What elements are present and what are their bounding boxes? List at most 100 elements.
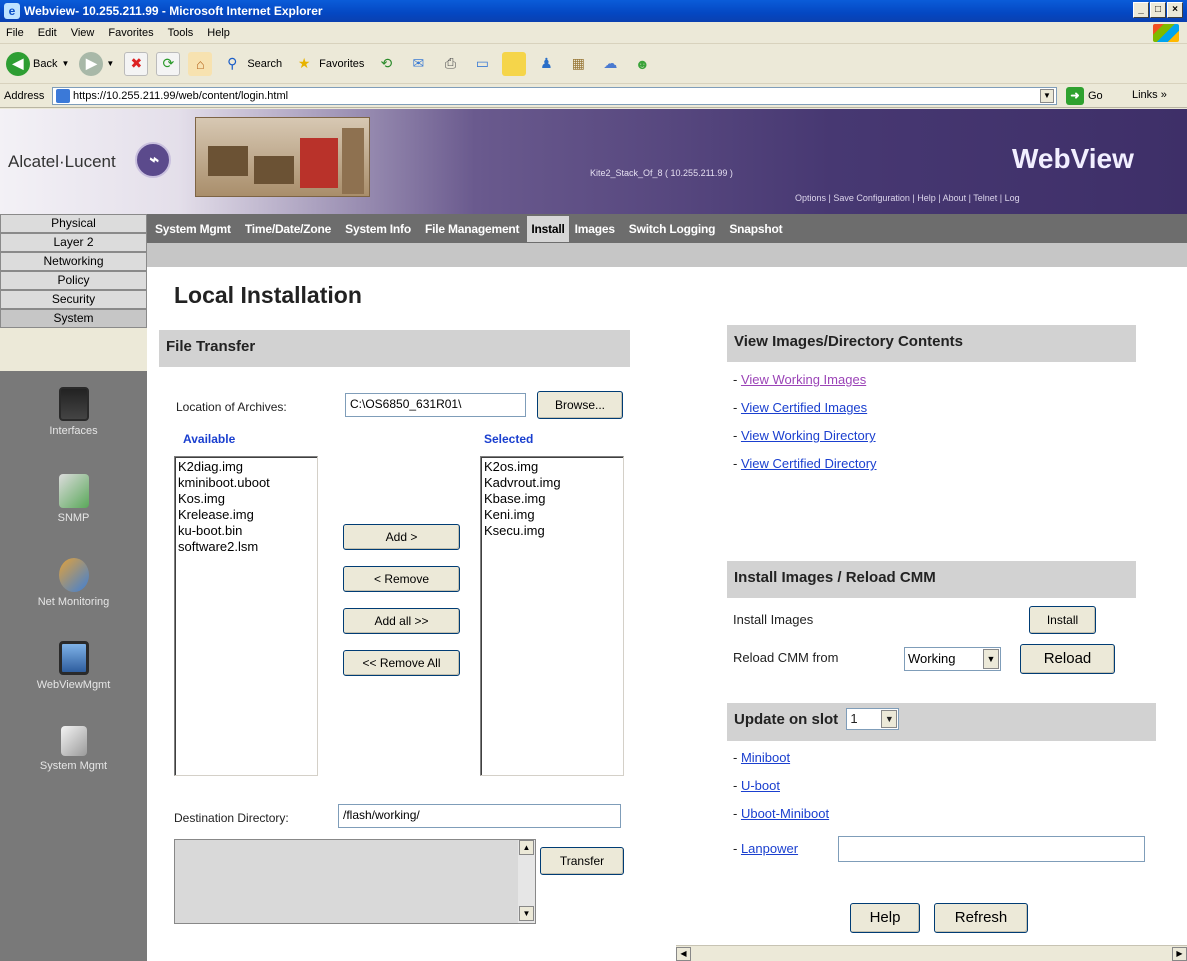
remove-all-button[interactable]: << Remove All (343, 650, 460, 676)
media-icon[interactable]: ▦ (566, 52, 590, 76)
back-button[interactable]: ◀ Back ▼ (6, 51, 69, 76)
forward-button[interactable]: ▶ ▼ (79, 51, 114, 76)
menu-edit[interactable]: Edit (38, 27, 57, 39)
people-icon[interactable]: ☻ (630, 52, 654, 76)
add-all-button[interactable]: Add all >> (343, 608, 460, 634)
menu-help[interactable]: Help (207, 27, 230, 39)
dropdown-arrow-icon[interactable]: ▼ (881, 710, 898, 729)
link-u-boot[interactable]: - U-boot (733, 778, 780, 793)
link-view-working-directory[interactable]: - View Working Directory (733, 428, 876, 443)
browse-button[interactable]: Browse... (537, 391, 623, 419)
list-item[interactable]: Kbase.img (484, 491, 620, 507)
link-view-working-images[interactable]: - View Working Images (733, 372, 866, 387)
tab-snapshot[interactable]: Snapshot (729, 222, 782, 236)
reload-button[interactable]: Reload (1020, 644, 1115, 674)
add-button[interactable]: Add > (343, 524, 460, 550)
lanpower-input[interactable] (838, 836, 1145, 862)
maximize-button[interactable]: □ (1150, 2, 1166, 18)
print-icon[interactable]: ⎙ (438, 52, 462, 76)
reload-source-select[interactable]: Working ▼ (904, 647, 1001, 671)
list-item[interactable]: K2os.img (484, 459, 620, 475)
available-list[interactable]: K2diag.img kminiboot.uboot Kos.img Krele… (174, 456, 318, 776)
help-button[interactable]: Help (850, 903, 920, 933)
tab-system-mgmt[interactable]: System Mgmt (155, 222, 231, 236)
link-view-certified-directory[interactable]: - View Certified Directory (733, 456, 877, 471)
list-item[interactable]: Kadvrout.img (484, 475, 620, 491)
menu-favorites[interactable]: Favorites (108, 27, 153, 39)
folder-icon[interactable] (502, 51, 527, 76)
main-content: Local Installation File Transfer Locatio… (147, 267, 1187, 961)
list-item[interactable]: software2.lsm (178, 539, 314, 555)
address-input[interactable]: https://10.255.211.99/web/content/login.… (52, 87, 1057, 105)
left-tab-system[interactable]: System (0, 309, 147, 328)
selected-list[interactable]: K2os.img Kadvrout.img Kbase.img Keni.img… (480, 456, 624, 776)
refresh-icon[interactable]: ⟳ (156, 51, 181, 76)
list-item[interactable]: Keni.img (484, 507, 620, 523)
left-tab-layer2[interactable]: Layer 2 (0, 233, 147, 252)
favorites-button[interactable]: ★ Favorites (292, 52, 365, 76)
left-tab-policy[interactable]: Policy (0, 271, 147, 290)
address-dropdown-icon[interactable]: ▼ (1040, 89, 1054, 103)
link-miniboot[interactable]: - Miniboot (733, 750, 790, 765)
refresh-button[interactable]: Refresh (934, 903, 1028, 933)
close-button[interactable]: × (1167, 2, 1183, 18)
list-item[interactable]: Ksecu.img (484, 523, 620, 539)
left-tab-physical[interactable]: Physical (0, 214, 147, 233)
list-item[interactable]: kminiboot.uboot (178, 475, 314, 491)
back-dropdown-icon[interactable]: ▼ (61, 59, 69, 68)
home-icon[interactable]: ⌂ (188, 51, 213, 76)
tab-images[interactable]: Images (575, 222, 615, 236)
menu-view[interactable]: View (71, 27, 95, 39)
history-icon[interactable]: ⟲ (374, 52, 398, 76)
left-tab-security[interactable]: Security (0, 290, 147, 309)
list-item[interactable]: ku-boot.bin (178, 523, 314, 539)
list-item[interactable]: K2diag.img (178, 459, 314, 475)
tab-switch-logging[interactable]: Switch Logging (629, 222, 716, 236)
horizontal-scrollbar[interactable]: ◀ ▶ (676, 945, 1187, 961)
nav-net-monitoring[interactable]: Net Monitoring (0, 558, 147, 608)
tab-file-management[interactable]: File Management (425, 222, 520, 236)
menu-tools[interactable]: Tools (168, 27, 194, 39)
links-button[interactable]: Links » (1132, 89, 1167, 101)
nav-snmp[interactable]: SNMP (0, 474, 147, 524)
go-button[interactable]: ➜ Go (1066, 87, 1103, 105)
edit-icon[interactable]: ▭ (470, 52, 494, 76)
list-item[interactable]: Kos.img (178, 491, 314, 507)
messenger-icon[interactable]: ☁ (598, 52, 622, 76)
forward-dropdown-icon[interactable]: ▼ (106, 59, 114, 68)
link-lanpower[interactable]: - Lanpower (733, 841, 798, 856)
scroll-right-icon[interactable]: ▶ (1172, 947, 1187, 961)
back-arrow-icon: ◀ (6, 51, 30, 76)
dropdown-arrow-icon[interactable]: ▼ (983, 649, 999, 669)
scroll-up-icon[interactable]: ▲ (519, 840, 534, 855)
list-item[interactable]: Krelease.img (178, 507, 314, 523)
browser-toolbar: ◀ Back ▼ ▶ ▼ ✖ ⟳ ⌂ ⚲ Search ★ Favorites … (0, 44, 1187, 84)
nav-webviewmgmt[interactable]: WebViewMgmt (0, 641, 147, 691)
install-button[interactable]: Install (1029, 606, 1096, 634)
search-button[interactable]: ⚲ Search (220, 52, 282, 76)
scroll-left-icon[interactable]: ◀ (676, 947, 691, 961)
header-links[interactable]: Options | Save Configuration | Help | Ab… (795, 193, 1020, 203)
destination-input[interactable]: /flash/working/ (338, 804, 621, 828)
minimize-button[interactable]: _ (1133, 2, 1149, 18)
slot-select[interactable]: 1 ▼ (846, 708, 900, 731)
nav-interfaces[interactable]: Interfaces (0, 387, 147, 437)
stop-icon[interactable]: ✖ (124, 51, 149, 76)
link-uboot-miniboot[interactable]: - Uboot-Miniboot (733, 806, 829, 821)
research-icon[interactable]: ♟ (534, 52, 558, 76)
scroll-down-icon[interactable]: ▼ (519, 906, 534, 921)
remove-button[interactable]: < Remove (343, 566, 460, 592)
tab-install[interactable]: Install (527, 215, 569, 242)
location-input[interactable]: C:\OS6850_631R01\ (345, 393, 526, 417)
mail-icon[interactable]: ✉ (406, 52, 430, 76)
tab-system-info[interactable]: System Info (345, 222, 411, 236)
left-tab-networking[interactable]: Networking (0, 252, 147, 271)
tab-time-date-zone[interactable]: Time/Date/Zone (245, 222, 332, 236)
link-view-certified-images[interactable]: - View Certified Images (733, 400, 867, 415)
textarea-scrollbar[interactable]: ▲ ▼ (518, 840, 535, 923)
brand-name: Alcatel·Lucent (8, 152, 116, 171)
transfer-log-textarea[interactable]: ▲ ▼ (174, 839, 536, 924)
nav-system-mgmt[interactable]: System Mgmt (0, 726, 147, 772)
menu-file[interactable]: File (6, 27, 24, 39)
transfer-button[interactable]: Transfer (540, 847, 624, 875)
